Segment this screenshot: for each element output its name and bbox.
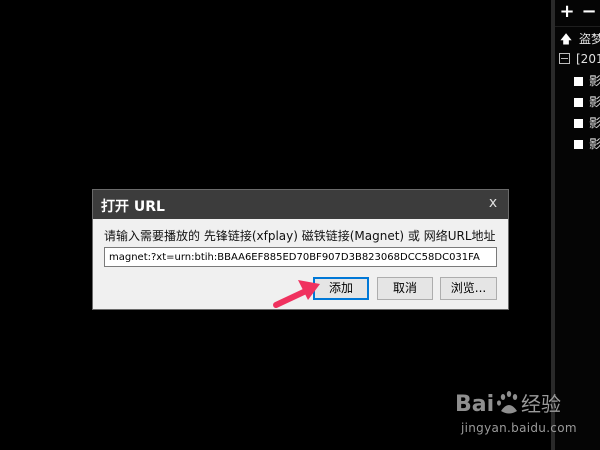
file-icon <box>574 98 583 107</box>
collapse-icon[interactable] <box>559 53 570 64</box>
playlist-item-folder[interactable]: [201 <box>555 50 600 68</box>
svg-text:经验: 经验 <box>521 392 561 416</box>
playlist-item-file[interactable]: 影 <box>555 93 600 111</box>
add-item-button[interactable]: + <box>559 3 575 21</box>
playlist-item-file[interactable]: 影 <box>555 135 600 153</box>
annotation-arrow-icon <box>273 280 320 308</box>
playlist-item-label: 影 <box>589 116 600 130</box>
svg-text:Bai: Bai <box>455 392 494 417</box>
playlist-item-label: 影 <box>589 137 600 151</box>
dialog-title: 打开 URL <box>101 199 165 215</box>
playlist-item-label: 影 <box>589 74 600 88</box>
baidu-jingyan-logo: Bai 经验 <box>455 391 561 417</box>
file-icon <box>574 140 583 149</box>
close-icon[interactable]: x <box>486 195 500 211</box>
watermark-url: jingyan.baidu.com <box>461 421 577 435</box>
dialog-titlebar[interactable]: 打开 URL x <box>93 190 508 219</box>
playlist-item-label: 影 <box>589 95 600 109</box>
watermark: Bai 经验 jingyan.baidu.com <box>455 383 577 441</box>
cancel-button[interactable]: 取消 <box>377 277 433 300</box>
playlist-item-file[interactable]: 影 <box>555 114 600 132</box>
url-prompt-label: 请输入需要播放的 先锋链接(xfplay) 磁铁链接(Magnet) 或 网络U… <box>104 229 496 243</box>
file-icon <box>574 77 583 86</box>
url-input[interactable] <box>104 247 497 267</box>
playlist-item-label: [201 <box>576 52 600 66</box>
arrow-up-icon: 🡅 <box>559 32 573 46</box>
remove-item-button[interactable]: − <box>581 3 597 21</box>
player-window: + − 🡅 盗梦 [201 影 影 影 影 打开 URL x 请输入需要播放的 先… <box>0 0 600 450</box>
playlist-item-file[interactable]: 影 <box>555 72 600 90</box>
browse-button[interactable]: 浏览... <box>440 277 497 300</box>
playlist-item-parent-folder[interactable]: 🡅 盗梦 <box>555 30 600 48</box>
file-icon <box>574 119 583 128</box>
playlist-toolbar: + − <box>555 0 600 27</box>
playlist-item-label: 盗梦 <box>579 32 600 46</box>
